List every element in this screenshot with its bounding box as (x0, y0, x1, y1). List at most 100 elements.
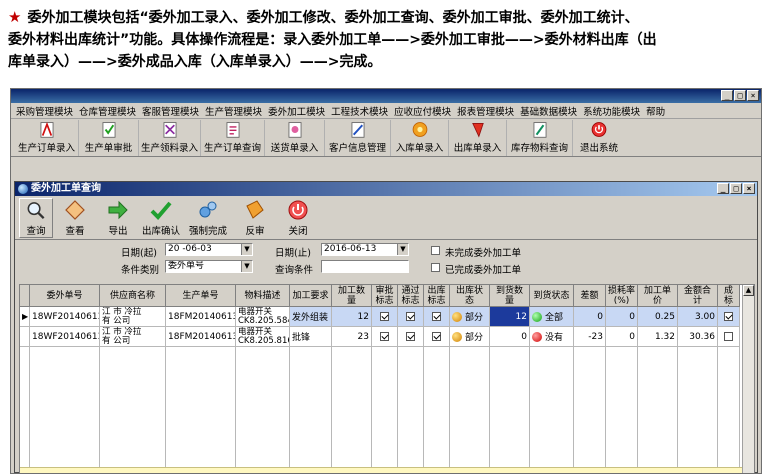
toolbar-material-pick-button[interactable]: 生产领料录入 (139, 120, 201, 156)
cell-requirement[interactable]: 批锋 (290, 327, 332, 347)
force-complete-button[interactable]: 强制完成 (183, 198, 233, 238)
col-approve-flag[interactable]: 审批标志 (372, 285, 398, 307)
toolbar-exit-button[interactable]: 退出系统 (573, 120, 625, 156)
cell-prod-no[interactable]: 18FM20140613002 (166, 327, 236, 347)
toolbar-inventory-button[interactable]: 库存物料查询 (507, 120, 573, 156)
checkbox-checked[interactable] (406, 312, 415, 321)
cell-order-no[interactable]: 18WF20140613001 (30, 327, 100, 347)
toolbar-order-query-button[interactable]: 生产订单查询 (201, 120, 265, 156)
cell-requirement[interactable]: 发外组装 (290, 307, 332, 327)
date-end-picker[interactable]: 2016-06-13 ▼ (321, 243, 409, 256)
child-maximize-button[interactable]: □ (730, 183, 742, 194)
col-pass-flag[interactable]: 通过标志 (398, 285, 424, 307)
cell-arrive-state[interactable]: 没有 (530, 327, 574, 347)
cell-out-state[interactable]: 部分 (450, 327, 490, 347)
menu-purchase[interactable]: 采购管理模块 (13, 104, 76, 118)
checkbox-checked[interactable] (380, 332, 389, 341)
checkbox-checked[interactable] (406, 332, 415, 341)
export-button[interactable]: 导出 (97, 198, 139, 238)
child-close-button[interactable]: × (743, 183, 755, 194)
col-diff[interactable]: 差额 (574, 285, 606, 307)
menu-warehouse[interactable]: 仓库管理模块 (76, 104, 139, 118)
cell-out-flag[interactable] (424, 327, 450, 347)
cell-loss-rate[interactable]: 0 (606, 307, 638, 327)
cell-done-flag[interactable] (718, 307, 740, 327)
date-start-picker[interactable]: 20 -06-03 ▼ (165, 243, 253, 256)
col-requirement[interactable]: 加工要求 (290, 285, 332, 307)
maximize-button[interactable]: □ (734, 90, 746, 101)
finished-checkbox[interactable] (431, 263, 440, 272)
cell-loss-rate[interactable]: 0 (606, 327, 638, 347)
col-unit-price[interactable]: 加工单价 (638, 285, 678, 307)
checkbox-unchecked[interactable] (724, 332, 733, 341)
menu-system[interactable]: 系统功能模块 (580, 104, 643, 118)
cell-prod-no[interactable]: 18FM20140613001 (166, 307, 236, 327)
menu-engineering[interactable]: 工程技术模块 (328, 104, 391, 118)
col-loss-rate[interactable]: 损耗率(%) (606, 285, 638, 307)
cell-out-state[interactable]: 部分 (450, 307, 490, 327)
table-row[interactable]: 18WF20140613001 江 市 冷拉 有 公司 18FM20140613… (20, 327, 740, 347)
cell-arrive-qty[interactable]: 12 (490, 307, 530, 327)
menu-customer-service[interactable]: 客服管理模块 (139, 104, 202, 118)
cell-supplier[interactable]: 江 市 冷拉 有 公司 (100, 307, 166, 327)
cell-material[interactable]: 电器开关 CK8.205.584 (236, 307, 290, 327)
cell-supplier[interactable]: 江 市 冷拉 有 公司 (100, 327, 166, 347)
cell-material[interactable]: 电器开关 CK8.205.816 (236, 327, 290, 347)
close-window-button[interactable]: 关闭 (277, 198, 319, 238)
minimize-button[interactable]: _ (721, 90, 733, 101)
col-amount[interactable]: 金额合计 (678, 285, 718, 307)
chevron-down-icon[interactable]: ▼ (397, 244, 408, 255)
menu-base-data[interactable]: 基础数据模块 (517, 104, 580, 118)
col-supplier[interactable]: 供应商名称 (100, 285, 166, 307)
cell-order-no[interactable]: 18WF20140613000 (30, 307, 100, 327)
cell-amount[interactable]: 30.36 (678, 327, 718, 347)
confirm-out-button[interactable]: 出库确认 (140, 198, 182, 238)
cell-quantity[interactable]: 12 (332, 307, 372, 327)
menu-reports[interactable]: 报表管理模块 (454, 104, 517, 118)
checkbox-checked[interactable] (380, 312, 389, 321)
cond-type-select[interactable]: 委外单号 ▼ (165, 260, 253, 273)
menu-receivables[interactable]: 应收应付模块 (391, 104, 454, 118)
col-out-state[interactable]: 出库状态 (450, 285, 490, 307)
toolbar-approve-button[interactable]: 生产单审批 (79, 120, 139, 156)
query-cond-input[interactable] (321, 260, 409, 273)
cell-pass-flag[interactable] (398, 307, 424, 327)
col-order-no[interactable]: 委外单号 (30, 285, 100, 307)
cell-approve-flag[interactable] (372, 327, 398, 347)
cell-approve-flag[interactable] (372, 307, 398, 327)
vertical-scrollbar[interactable]: ▲ (742, 285, 754, 473)
toolbar-stock-in-button[interactable]: 入库单录入 (391, 120, 449, 156)
cell-done-flag[interactable] (718, 327, 740, 347)
child-minimize-button[interactable]: _ (717, 183, 729, 194)
cell-unit-price[interactable]: 0.25 (638, 307, 678, 327)
cell-out-flag[interactable] (424, 307, 450, 327)
col-prod-no[interactable]: 生产单号 (166, 285, 236, 307)
scroll-up-icon[interactable]: ▲ (743, 285, 754, 296)
table-row[interactable]: ▶ 18WF20140613000 江 市 冷拉 有 公司 18FM201406… (20, 307, 740, 327)
cell-unit-price[interactable]: 1.32 (638, 327, 678, 347)
toolbar-order-entry-button[interactable]: 生产订单录入 (15, 120, 79, 156)
cell-arrive-qty[interactable]: 0 (490, 327, 530, 347)
chevron-down-icon[interactable]: ▼ (241, 261, 252, 272)
menu-outsourcing[interactable]: 委外加工模块 (265, 104, 328, 118)
col-arrive-state[interactable]: 到货状态 (530, 285, 574, 307)
col-done-flag[interactable]: 完成标志 (718, 285, 740, 307)
checkbox-checked[interactable] (432, 332, 441, 341)
checkbox-checked[interactable] (724, 312, 733, 321)
cell-pass-flag[interactable] (398, 327, 424, 347)
menu-help[interactable]: 帮助 (643, 104, 668, 118)
cell-amount[interactable]: 3.00 (678, 307, 718, 327)
unfinished-checkbox[interactable] (431, 246, 440, 255)
toolbar-customer-button[interactable]: 客户信息管理 (325, 120, 391, 156)
col-out-flag[interactable]: 出库标志 (424, 285, 450, 307)
toolbar-stock-out-button[interactable]: 出库单录入 (449, 120, 507, 156)
cell-diff[interactable]: 0 (574, 307, 606, 327)
view-button[interactable]: 查看 (54, 198, 96, 238)
cell-quantity[interactable]: 23 (332, 327, 372, 347)
col-quantity[interactable]: 加工数量 (332, 285, 372, 307)
checkbox-checked[interactable] (432, 312, 441, 321)
menu-production[interactable]: 生产管理模块 (202, 104, 265, 118)
close-button[interactable]: × (747, 90, 759, 101)
col-material[interactable]: 物料描述 (236, 285, 290, 307)
cell-arrive-state[interactable]: 全部 (530, 307, 574, 327)
